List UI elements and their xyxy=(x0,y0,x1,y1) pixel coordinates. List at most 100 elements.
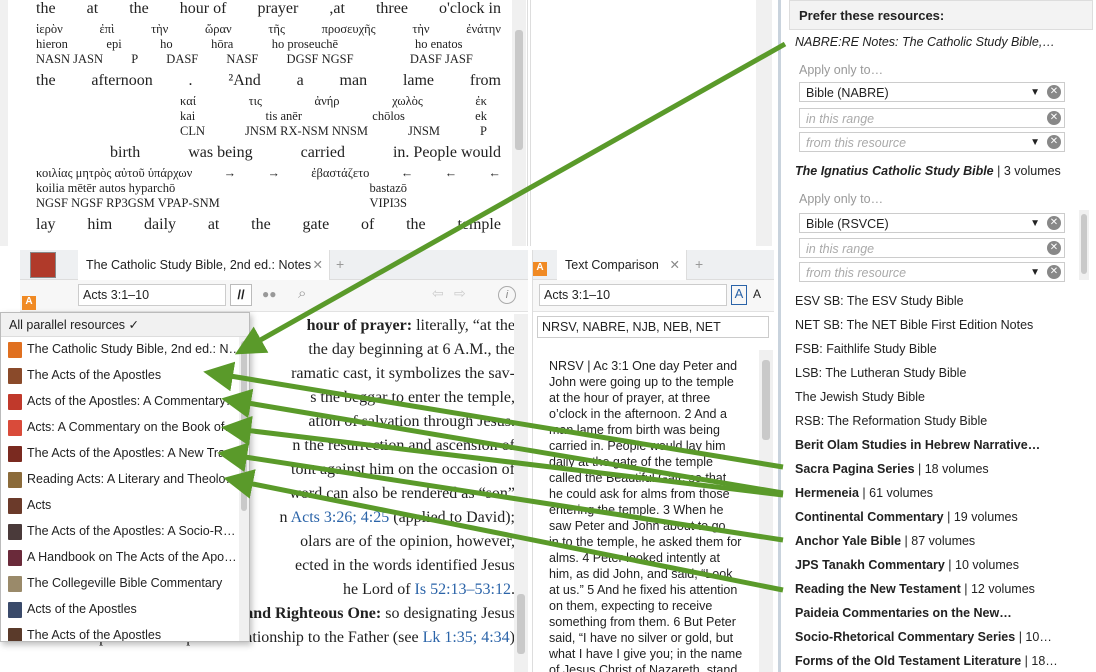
greek-word[interactable]: τὴν xyxy=(412,22,429,37)
morph-code[interactable]: P xyxy=(131,52,138,67)
font-size-large-icon[interactable]: A xyxy=(731,285,747,305)
greek-word[interactable]: → xyxy=(267,166,280,181)
preferred-resource[interactable]: NET SB: The NET Bible First Edition Note… xyxy=(795,318,1033,332)
type-select-2[interactable]: Bible (RSVCE) ▼ ✕ xyxy=(799,213,1065,233)
new-tab-icon[interactable]: + xyxy=(695,256,703,272)
scripture-link[interactable]: Acts 3:26; 4:25 xyxy=(291,509,390,526)
morph-code[interactable]: VIPI3S xyxy=(369,196,407,211)
greek-word[interactable]: καί xyxy=(180,94,196,109)
translit-word[interactable]: hieron xyxy=(36,37,68,52)
english-word[interactable]: the xyxy=(36,0,56,18)
greek-word[interactable]: κοιλίας μητρὸς αὐτοῦ ὑπάρχων xyxy=(36,166,192,181)
morph-code[interactable]: CLN xyxy=(180,124,205,139)
english-word[interactable]: of xyxy=(361,216,374,234)
greek-word[interactable]: προσευχῆς xyxy=(322,22,376,37)
morph-code[interactable]: DASF JASF xyxy=(410,52,473,67)
tc-reference-input[interactable]: Acts 3:1–10 xyxy=(539,284,727,306)
preferred-resource[interactable]: LSB: The Lutheran Study Bible xyxy=(795,366,966,380)
translit-word[interactable]: tis anēr xyxy=(266,109,302,124)
morph-code[interactable]: NASN JASN xyxy=(36,52,103,67)
reference-input[interactable]: Acts 3:1–10 xyxy=(78,284,226,306)
tab-text-comparison[interactable]: Text Comparison ✕ xyxy=(557,250,687,280)
parallel-resource-item[interactable]: The Acts of the Apostles xyxy=(1,623,241,641)
clear-icon[interactable]: ✕ xyxy=(1047,216,1061,230)
translit-word[interactable]: kai xyxy=(180,109,195,124)
blank-panel-scrollbar[interactable] xyxy=(756,0,772,246)
greek-word[interactable]: ἱερὸν xyxy=(36,22,63,37)
greek-word[interactable]: ἀνήρ xyxy=(315,94,340,109)
resource-cover-icon[interactable] xyxy=(30,252,56,278)
tab-notes[interactable]: The Catholic Study Bible, 2nd ed.: Notes… xyxy=(78,250,330,280)
english-word[interactable]: at xyxy=(208,216,220,234)
close-icon[interactable]: ✕ xyxy=(313,257,323,272)
greek-word[interactable]: ← xyxy=(445,166,458,181)
search-icon[interactable]: ⌕ xyxy=(298,285,306,302)
english-word[interactable]: ²And xyxy=(228,72,260,90)
parallel-resource-item[interactable]: Reading Acts: A Literary and Theolo… xyxy=(1,467,241,493)
preferred-resource[interactable]: Forms of the Old Testament Literature | … xyxy=(795,654,1058,668)
back-icon[interactable]: ⇦ xyxy=(432,285,444,302)
english-word[interactable]: the xyxy=(251,216,271,234)
preferred-resource[interactable]: Berit Olam Studies in Hebrew Narrative… xyxy=(795,438,1040,452)
font-size-small-icon[interactable]: A xyxy=(753,287,761,301)
morph-code[interactable]: DGSF NGSF xyxy=(287,52,354,67)
parallel-resource-item[interactable]: A Handbook on The Acts of the Apo… xyxy=(1,545,241,571)
people-icon[interactable]: ●● xyxy=(262,287,278,303)
preferred-resource[interactable]: JPS Tanakh Commentary | 10 volumes xyxy=(795,558,1019,572)
english-word[interactable]: the xyxy=(129,0,149,18)
preferred-resource[interactable]: The Jewish Study Bible xyxy=(795,390,925,404)
morph-code[interactable]: P xyxy=(480,124,487,139)
english-word[interactable]: daily xyxy=(144,216,176,234)
notes-scrollbar[interactable] xyxy=(514,314,528,672)
resource-select-2[interactable]: from this resource ▼ ✕ xyxy=(799,262,1065,282)
info-icon[interactable]: i xyxy=(498,286,516,304)
versions-input[interactable]: NRSV, NABRE, NJB, NEB, NET xyxy=(537,316,769,338)
translit-word[interactable]: koilia mētēr autos hyparchō xyxy=(36,181,175,196)
type-select-1[interactable]: Bible (NABRE) ▼ ✕ xyxy=(799,82,1065,102)
preferred-resource[interactable]: FSB: Faithlife Study Bible xyxy=(795,342,937,356)
preferred-resource[interactable]: ESV SB: The ESV Study Bible xyxy=(795,294,964,308)
english-word[interactable]: from xyxy=(470,72,501,90)
range-input-1[interactable]: in this range ✕ xyxy=(799,108,1065,128)
english-word[interactable]: . xyxy=(189,72,193,90)
english-word[interactable]: at xyxy=(87,0,99,18)
parallel-resources-icon[interactable]: // xyxy=(230,284,252,306)
interlinear-scrollbar[interactable] xyxy=(512,0,526,246)
greek-word[interactable]: τὴν xyxy=(151,22,168,37)
english-word[interactable]: birth xyxy=(110,144,140,162)
scripture-link[interactable]: Is 52:13–53:12 xyxy=(415,581,511,598)
clear-icon[interactable]: ✕ xyxy=(1047,241,1061,255)
all-parallel-resources-item[interactable]: All parallel resources ✓ xyxy=(1,313,249,337)
english-word[interactable]: three xyxy=(376,0,408,18)
translit-word[interactable]: chōlos xyxy=(372,109,405,124)
english-word[interactable]: afternoon xyxy=(91,72,152,90)
english-word[interactable]: him xyxy=(87,216,112,234)
english-word[interactable]: carried xyxy=(301,144,345,162)
translit-word[interactable]: bastazō xyxy=(370,181,407,196)
parallel-resource-item[interactable]: Acts xyxy=(1,493,241,519)
english-word[interactable]: was being xyxy=(188,144,252,162)
parallel-resource-item[interactable]: Acts: A Commentary on the Book of… xyxy=(1,415,241,441)
greek-word[interactable]: → xyxy=(224,166,237,181)
english-word[interactable]: o'clock in xyxy=(439,0,501,18)
parallel-resource-item[interactable]: The Acts of the Apostles: A New Tra… xyxy=(1,441,241,467)
range-input-2[interactable]: in this range ✕ xyxy=(799,238,1065,258)
greek-word[interactable]: ὥραν xyxy=(205,22,232,37)
english-word[interactable]: lay xyxy=(36,216,56,234)
parallel-resource-item[interactable]: Acts of the Apostles: A Commentary… xyxy=(1,389,241,415)
preferred-resource[interactable]: Anchor Yale Bible | 87 volumes xyxy=(795,534,975,548)
english-word[interactable]: temple xyxy=(457,216,501,234)
parallel-resource-item[interactable]: The Acts of the Apostles xyxy=(1,363,241,389)
english-word[interactable]: the xyxy=(36,72,56,90)
preferred-resource[interactable]: Sacra Pagina Series | 18 volumes xyxy=(795,462,989,476)
greek-word[interactable]: χωλὸς xyxy=(392,94,423,109)
greek-word[interactable]: ← xyxy=(401,166,414,181)
parallel-resource-item[interactable]: The Collegeville Bible Commentary xyxy=(1,571,241,597)
left-scrollbar[interactable] xyxy=(0,0,8,246)
preferred-resource[interactable]: RSB: The Reformation Study Bible xyxy=(795,414,987,428)
parallel-resource-item[interactable]: The Catholic Study Bible, 2nd ed.: N… xyxy=(1,337,241,363)
morph-code[interactable]: JNSM RX-NSM NNSM xyxy=(245,124,368,139)
preferred-resource-2[interactable]: The Ignatius Catholic Study Bible | 3 vo… xyxy=(795,164,1061,178)
preferred-resource[interactable]: Reading the New Testament | 12 volumes xyxy=(795,582,1035,596)
greek-word[interactable]: τῆς xyxy=(268,22,285,37)
